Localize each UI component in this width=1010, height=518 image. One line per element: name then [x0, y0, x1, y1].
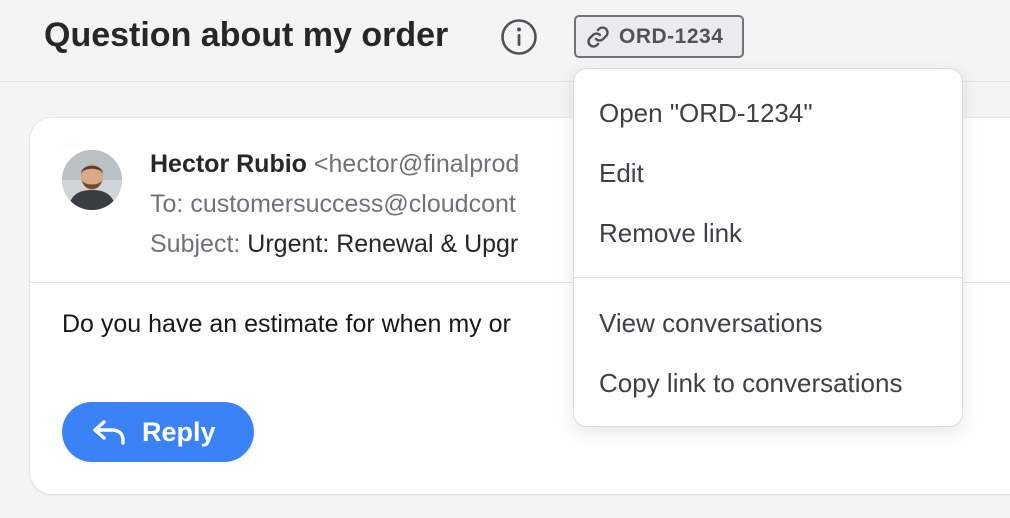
- menu-item-open[interactable]: Open "ORD-1234": [574, 84, 962, 142]
- order-tag-label: ORD-1234: [619, 24, 724, 48]
- recipient-email: customersuccess@cloudcont: [190, 190, 516, 218]
- email-body: Do you have an estimate for when my or: [62, 310, 511, 338]
- sender-email: <hector@finalprod: [313, 150, 520, 178]
- recipient-line: To: customersuccess@cloudcont: [150, 184, 519, 224]
- link-icon: [587, 25, 609, 48]
- reply-arrow-icon: [93, 420, 125, 445]
- sender-line: Hector Rubio <hector@finalprod: [150, 144, 519, 184]
- menu-separator: [574, 277, 962, 278]
- sender-name[interactable]: Hector Rubio: [150, 150, 307, 178]
- menu-item-remove-link[interactable]: Remove link: [574, 204, 962, 262]
- reply-button[interactable]: Reply: [62, 402, 254, 462]
- subject-value: Urgent: Renewal & Upgr: [247, 230, 519, 258]
- avatar-photo: [62, 150, 122, 210]
- page-title: Question about my order: [44, 16, 449, 54]
- to-label: To:: [150, 190, 184, 218]
- order-link-tag[interactable]: ORD-1234: [574, 15, 744, 58]
- conversation-view: Question about my order ORD-1234 Hector …: [0, 0, 1010, 518]
- reply-label: Reply: [142, 416, 216, 447]
- info-icon[interactable]: [500, 18, 538, 56]
- menu-item-copy-link[interactable]: Copy link to conversations: [574, 354, 962, 412]
- avatar: [62, 150, 122, 210]
- subject-line: Subject: Urgent: Renewal & Upgr: [150, 224, 519, 264]
- link-context-menu: Open "ORD-1234" Edit Remove link View co…: [573, 68, 963, 427]
- subject-label: Subject:: [150, 230, 241, 258]
- email-meta: Hector Rubio <hector@finalprod To: custo…: [150, 144, 519, 264]
- menu-item-edit[interactable]: Edit: [574, 144, 962, 202]
- menu-item-view-conversations[interactable]: View conversations: [574, 294, 962, 352]
